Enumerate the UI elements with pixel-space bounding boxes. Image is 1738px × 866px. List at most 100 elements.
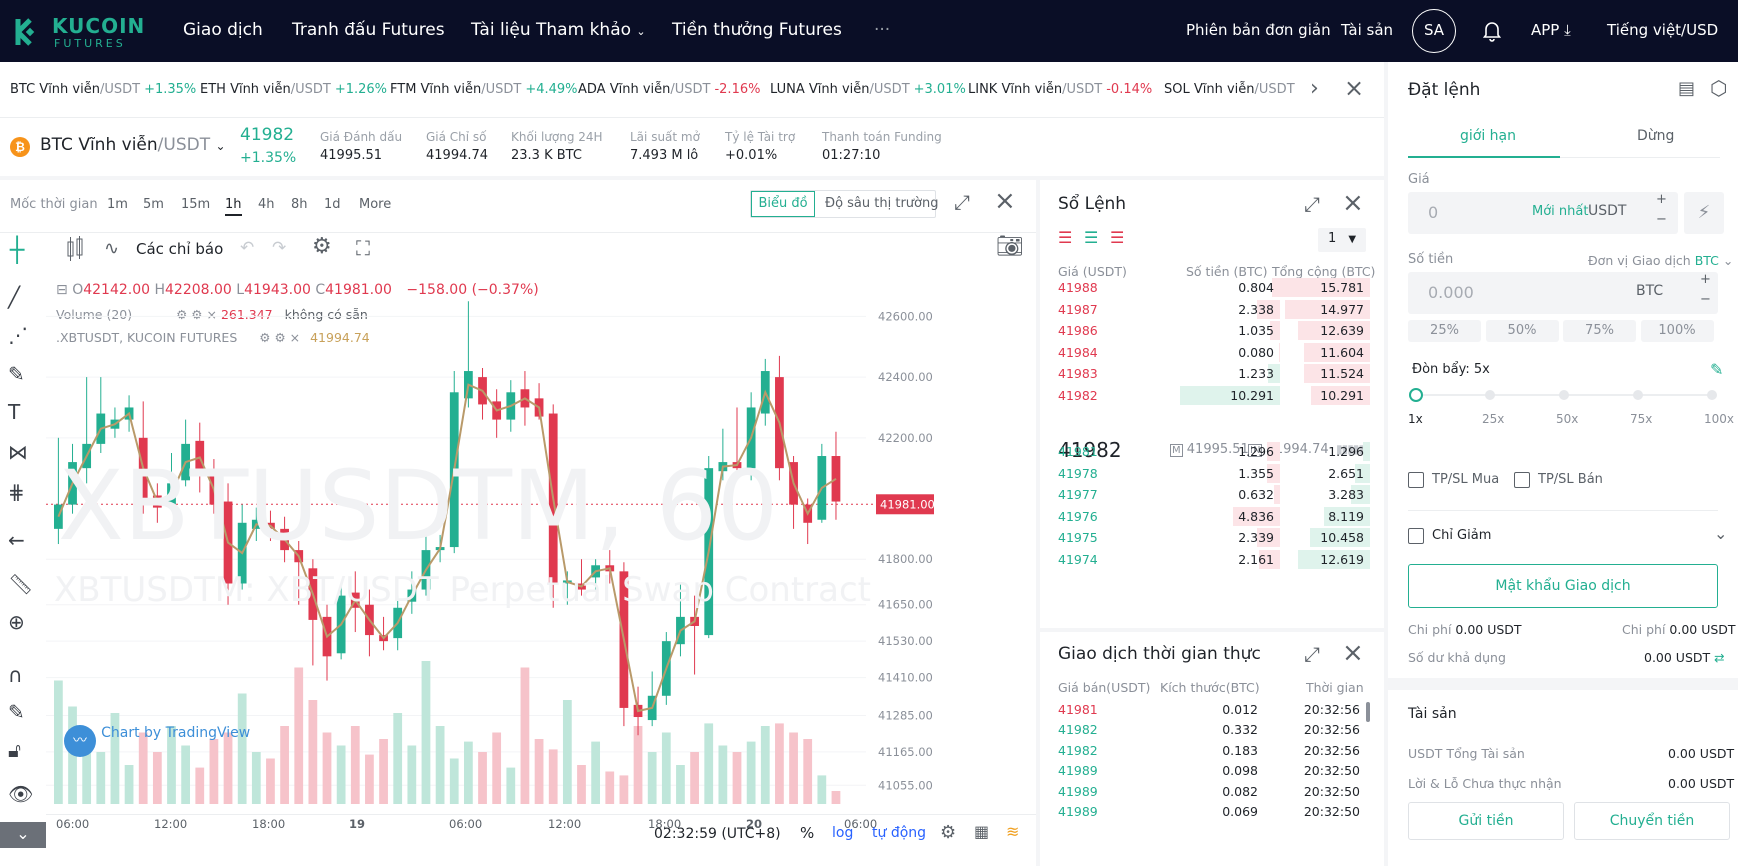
redo-icon[interactable]: ↷: [272, 238, 286, 258]
chevron-right-icon[interactable]: ›: [1310, 76, 1319, 101]
back-arrow-icon[interactable]: ←: [8, 528, 25, 552]
ticker-item[interactable]: LUNA Vĩnh viễn/USDT +3.01%: [770, 82, 966, 97]
kucoin-logo[interactable]: KUCOIN FUTURES: [8, 13, 148, 51]
indicators-button[interactable]: Các chỉ báo: [136, 240, 223, 258]
indicator-icon[interactable]: ∿: [104, 238, 119, 259]
crosshair-icon[interactable]: ┼: [10, 236, 24, 264]
interval-1h[interactable]: 1h: [225, 197, 242, 216]
percent-scale-button[interactable]: %: [800, 824, 814, 842]
trade-password-button[interactable]: Mật khẩu Giao dịch: [1408, 564, 1718, 608]
zoom-icon[interactable]: ⊕: [8, 610, 25, 634]
ask-row[interactable]: 41984 0.080 11.604: [1058, 341, 1370, 363]
leverage-dot[interactable]: [1485, 390, 1495, 400]
ticker-item[interactable]: FTM Vĩnh viễn/USDT +4.49%: [390, 82, 578, 97]
ticker-item[interactable]: LINK Vĩnh viễn/USDT -0.14%: [968, 82, 1152, 97]
ask-row[interactable]: 41982 10.291 10.291: [1058, 384, 1370, 406]
view-depth-button[interactable]: Độ sâu thị trường: [825, 196, 938, 211]
tpsl-buy-checkbox[interactable]: [1408, 472, 1424, 488]
gear-icon[interactable]: ⚙: [312, 234, 332, 259]
interval-8h[interactable]: 8h: [291, 197, 308, 212]
flash-icon[interactable]: ⚡︎: [1684, 192, 1724, 234]
nav-docs[interactable]: Tài liệu Tham khảo ⌄: [471, 20, 646, 40]
close-icon[interactable]: ×: [1344, 74, 1364, 102]
leverage-dot[interactable]: [1559, 390, 1569, 400]
close-icon[interactable]: ×: [1342, 638, 1364, 668]
collapse-toolbar-button[interactable]: ⌄: [0, 822, 46, 848]
view-asks-icon[interactable]: ☰: [1110, 228, 1124, 247]
tab-limit[interactable]: giới hạn: [1460, 128, 1516, 144]
percent-25[interactable]: 25%: [1408, 320, 1481, 342]
bid-row[interactable]: 41981 1.296 1.296: [1058, 440, 1370, 462]
depth-select[interactable]: 1 ▼: [1318, 228, 1366, 252]
bell-icon[interactable]: [1482, 20, 1502, 42]
ask-row[interactable]: 41987 2.338 14.977: [1058, 298, 1370, 320]
expand-icon[interactable]: ⤢: [954, 190, 970, 214]
eye-icon[interactable]: 👁︎: [8, 782, 33, 806]
interval-more[interactable]: More: [359, 197, 391, 212]
nav-assets[interactable]: Tài sản: [1341, 21, 1393, 39]
tab-stop[interactable]: Dừng: [1637, 128, 1674, 144]
ruler-icon[interactable]: 📏︎: [8, 572, 33, 596]
avatar[interactable]: SA: [1412, 9, 1456, 53]
undo-icon[interactable]: ↶: [240, 238, 254, 258]
edit-leverage-icon[interactable]: ✎: [1710, 360, 1723, 379]
nav-futures-battle[interactable]: Tranh đấu Futures: [292, 20, 445, 40]
transfer-button[interactable]: Chuyển tiền: [1574, 802, 1730, 840]
tpsl-sell-checkbox[interactable]: [1514, 472, 1530, 488]
increment-button[interactable]: +: [1700, 272, 1711, 287]
interval-1m[interactable]: 1m: [107, 197, 128, 212]
bid-row[interactable]: 41976 4.836 8.119: [1058, 505, 1370, 527]
brush-tool-icon[interactable]: ✎: [8, 362, 25, 386]
nav-simple-version[interactable]: Phiên bản đơn giản: [1186, 21, 1331, 39]
nav-language[interactable]: Tiếng việt/USD: [1607, 21, 1718, 39]
bid-row[interactable]: 41978 1.355 2.651: [1058, 462, 1370, 484]
settings-icon[interactable]: ⬡: [1710, 76, 1727, 100]
calculator-icon[interactable]: ▤: [1678, 78, 1695, 99]
gear-icon[interactable]: ⚙: [940, 822, 956, 843]
nav-trade[interactable]: Giao dịch: [183, 20, 263, 40]
pattern-tool-icon[interactable]: ⋈: [8, 440, 28, 464]
ask-row[interactable]: 41986 1.035 12.639: [1058, 319, 1370, 341]
ticker-item[interactable]: SOL Vĩnh viễn/USDT +0: [1164, 82, 1300, 97]
nav-more[interactable]: ···: [874, 20, 890, 40]
text-tool-icon[interactable]: T: [8, 400, 20, 424]
deposit-button[interactable]: Gửi tiền: [1408, 802, 1564, 840]
ticker-item[interactable]: ADA Vĩnh viễn/USDT -2.16%: [578, 82, 760, 97]
decrement-button[interactable]: −: [1656, 212, 1667, 227]
measure-tool-icon[interactable]: ⋕: [8, 480, 25, 504]
best-price-button[interactable]: Mới nhất: [1532, 204, 1588, 219]
decrement-button[interactable]: −: [1700, 292, 1711, 307]
auto-scale-button[interactable]: tự động: [872, 825, 926, 841]
chevron-down-icon[interactable]: ⌄: [1714, 524, 1727, 543]
interval-1d[interactable]: 1d: [324, 197, 341, 212]
nav-app[interactable]: APP ⤓: [1531, 21, 1571, 39]
fib-tool-icon[interactable]: ⋰: [8, 323, 28, 347]
camera-icon[interactable]: 📷︎: [996, 234, 1024, 259]
size-input[interactable]: 0.000 BTC + −: [1408, 272, 1718, 314]
percent-75[interactable]: 75%: [1563, 320, 1636, 342]
interval-4h[interactable]: 4h: [258, 197, 275, 212]
leverage-handle[interactable]: [1409, 388, 1423, 402]
bid-row[interactable]: 41974 2.161 12.619: [1058, 548, 1370, 570]
view-bids-icon[interactable]: ☰: [1084, 228, 1098, 247]
log-scale-button[interactable]: log: [832, 825, 853, 841]
pencil-lock-icon[interactable]: ✎: [8, 700, 25, 724]
price-input[interactable]: 0 Mới nhất USDT + −: [1408, 192, 1678, 234]
percent-100[interactable]: 100%: [1640, 320, 1714, 342]
nav-futures-bonus[interactable]: Tiền thưởng Futures: [672, 20, 842, 40]
fullscreen-icon[interactable]: ⛶: [356, 236, 370, 260]
candle-type-icon[interactable]: [64, 236, 86, 262]
leverage-dot[interactable]: [1633, 390, 1643, 400]
ticker-item[interactable]: ETH Vĩnh viễn/USDT +1.26%: [200, 82, 387, 97]
tradingview-badge[interactable]: 〰 Chart by TradingView: [64, 725, 250, 757]
bid-row[interactable]: 41975 2.339 10.458: [1058, 526, 1370, 548]
bid-row[interactable]: 41977 0.632 3.283: [1058, 483, 1370, 505]
percent-50[interactable]: 50%: [1485, 320, 1559, 342]
interval-15m[interactable]: 15m: [181, 197, 210, 212]
interval-5m[interactable]: 5m: [143, 197, 164, 212]
symbol-selector[interactable]: BTC Vĩnh viễn/USDT ⌄: [40, 135, 226, 155]
size-unit-selector[interactable]: Đơn vị Giao dịch BTC ⌄: [1588, 253, 1733, 268]
expand-icon[interactable]: ⤢: [1304, 192, 1320, 216]
close-icon[interactable]: ×: [994, 186, 1016, 216]
scrollbar[interactable]: [1366, 702, 1370, 722]
